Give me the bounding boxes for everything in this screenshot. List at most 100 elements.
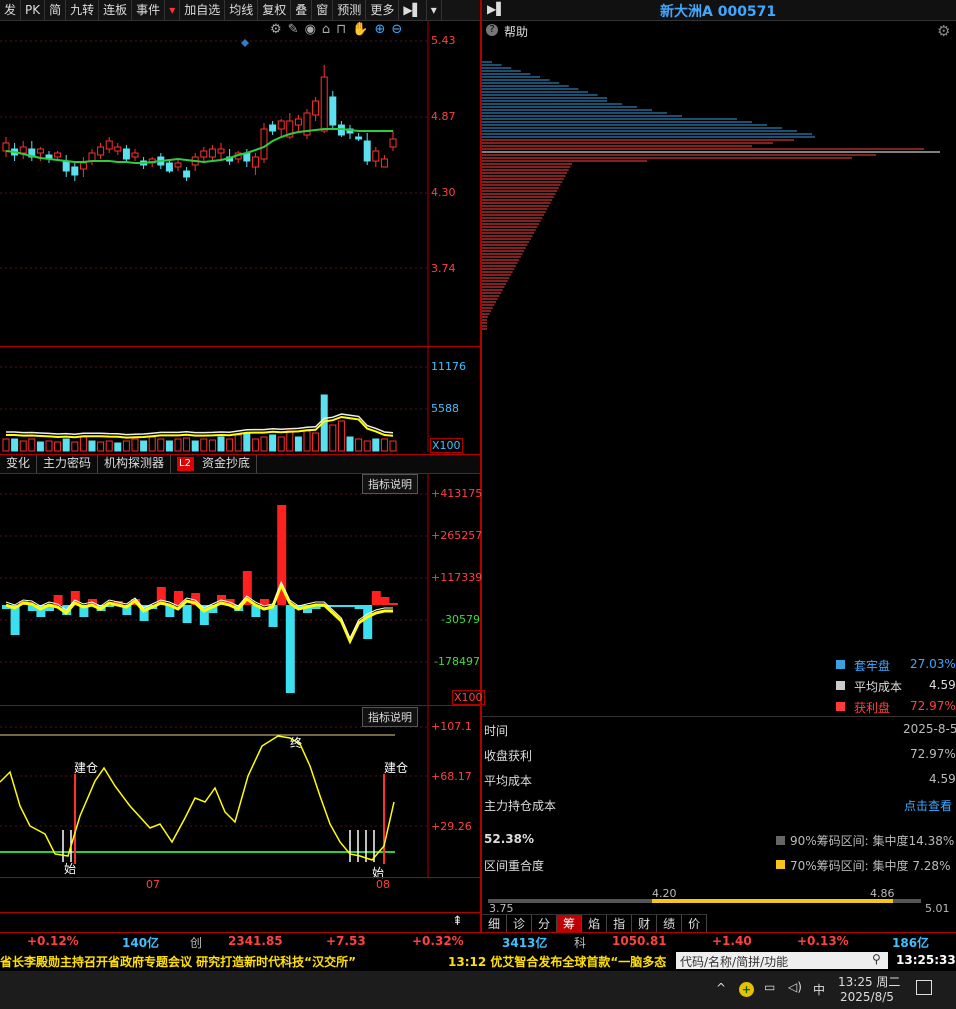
kline-chart [0,21,429,346]
tab-performance[interactable]: 绩 [657,915,683,933]
volume-unit: X100 [430,438,463,453]
flow-bar [260,599,269,605]
taskbar-date[interactable]: 2025/8/5 [840,990,894,1004]
scroll-top-icon[interactable]: ⇞ [452,914,463,929]
settings-icon[interactable]: ⚙ [270,22,288,37]
range-tick: 4.86 [870,887,895,900]
toolbar-item-event[interactable]: 事件 [132,0,166,20]
tab-index[interactable]: 指 [607,915,633,933]
volume-bar [105,440,113,452]
stock-title-bar: ▶▌ 新大洲A 000571 [482,0,956,21]
flow-tick: +413175 [431,487,483,500]
detail-tabs: 细 诊 分 筹 焰 指 财 绩 价 [482,914,708,933]
price-tick: 4.87 [431,110,456,123]
tab-chips[interactable]: 筹 [557,915,583,933]
search-icon[interactable]: ⚲ [872,952,881,966]
volume-bar [337,420,345,452]
ime-indicator[interactable]: 中 [813,981,825,998]
l2-badge[interactable]: L2 [177,457,194,471]
search-input[interactable]: 代码/名称/简拼/功能 ⚲ [676,952,888,969]
dropdown-icon[interactable]: ▾ [165,0,181,20]
candle-body [114,146,122,152]
notification-icon[interactable] [916,980,932,995]
tab-finance[interactable]: 财 [632,915,658,933]
volume-bar [2,438,10,452]
volume-bar [234,434,242,452]
toolbar-item-nine[interactable]: 九转 [66,0,100,20]
collapse-icon[interactable]: ▶▌ [399,0,427,20]
help-icon[interactable]: ? [486,24,498,36]
eye-icon[interactable]: ◉ [305,22,322,37]
indicator-help-button[interactable]: 指标说明 [362,474,418,494]
candle-body [389,138,397,148]
pen-icon[interactable]: ✎ [288,22,305,37]
toolbar-item-more[interactable]: 更多 [366,0,400,20]
volume-bar [389,440,397,452]
volume-bar [346,436,354,452]
main-cost-link[interactable]: 点击查看 [904,797,952,814]
volume-bar [165,440,173,452]
news-ticker[interactable]: 省长李殿勋主持召开省政府专题会议 研究打造新时代科技“汉交所” 13:12 优艾… [0,951,676,971]
volume-icon[interactable]: ◁) [788,980,802,994]
tab-institution[interactable]: 机构探测器 [98,455,172,473]
build-label: 建仓 [74,761,99,775]
toolbar-item-ma[interactable]: 均线 [225,0,259,20]
menu-dropdown-icon[interactable]: ▾ [427,0,442,20]
indicator-help-button[interactable]: 指标说明 [362,707,418,727]
volume-bar [372,438,380,452]
tab-flame[interactable]: 焰 [582,915,608,933]
pane-divider [0,877,480,878]
gear-icon[interactable]: ⚙ [937,22,950,40]
tab-main-code[interactable]: 主力密码 [37,455,99,473]
toolbar-item-limit[interactable]: 连板 [99,0,133,20]
market-value: 科 [574,936,587,950]
toolbar-item-predict[interactable]: 预测 [333,0,367,20]
tab-minute[interactable]: 分 [532,915,558,933]
volume-bar [174,438,182,452]
candle-body [71,166,79,176]
network-icon[interactable]: ▭ [764,980,775,994]
zoom-in-icon[interactable]: ⊕ [375,22,392,37]
toolbar-item-window[interactable]: 窗 [312,0,334,20]
toolbar-item-watch[interactable]: 加自选 [180,0,226,20]
taskbar-time[interactable]: 13:25 周二 [838,973,900,990]
store-icon[interactable]: ⌂ [322,22,336,37]
tray-chevron-icon[interactable]: ^ [716,981,726,995]
tab-fund-bottom[interactable]: 资金抄底 [196,455,257,473]
market-value: +0.12% [27,934,79,948]
range90-text: 90%筹码区间: 集中度14.38% [790,834,955,848]
candle-body [62,160,70,172]
panel-toggle-icon[interactable]: ▶▌ [487,2,505,16]
tab-change[interactable]: 变化 [0,455,38,473]
hand-icon[interactable]: ✋ [352,22,374,37]
volume-bar [54,441,62,452]
clock: 13:25:33 [896,953,956,967]
toolbar: 发 PK 简 九转 连板 事件 ▾ 加自选 均线 复权 叠 窗 预测 更多 ▶▌… [0,0,481,21]
tab-diagnose[interactable]: 诊 [507,915,533,933]
help-link[interactable]: 帮助 [504,23,528,40]
fund-flow-chart [0,473,429,705]
position-tick: +68.17 [431,770,472,783]
toolbar-item-simple[interactable]: 简 [45,0,67,20]
toolbar-item-overlay[interactable]: 叠 [291,0,313,20]
candle-body [174,162,182,168]
toolbar-item-adjust[interactable]: 复权 [258,0,292,20]
toolbar-item-pk[interactable]: PK [21,0,46,20]
tray-app-icon[interactable]: + [739,982,754,997]
chip-distribution-chart [482,61,940,330]
volume-bar [79,436,87,452]
volume-bar [140,440,148,452]
flow-tick: +117339 [431,571,483,584]
flow-bar [363,605,373,639]
tab-price[interactable]: 价 [682,915,708,933]
price-tick: 3.74 [431,262,456,275]
toolbar-item-fa[interactable]: 发 [0,0,22,20]
tab-detail[interactable]: 细 [482,915,508,933]
range90-swatch [776,836,785,845]
market-strip: +0.12% 140亿 创 2341.85 +7.53 +0.32% 3413亿… [0,932,956,951]
zoom-out-icon[interactable]: ⊖ [391,22,408,37]
lock-icon[interactable]: ⊓ [336,22,352,37]
candle-body [105,140,113,150]
candle-body [329,96,337,126]
range-tick: 4.20 [652,887,677,900]
